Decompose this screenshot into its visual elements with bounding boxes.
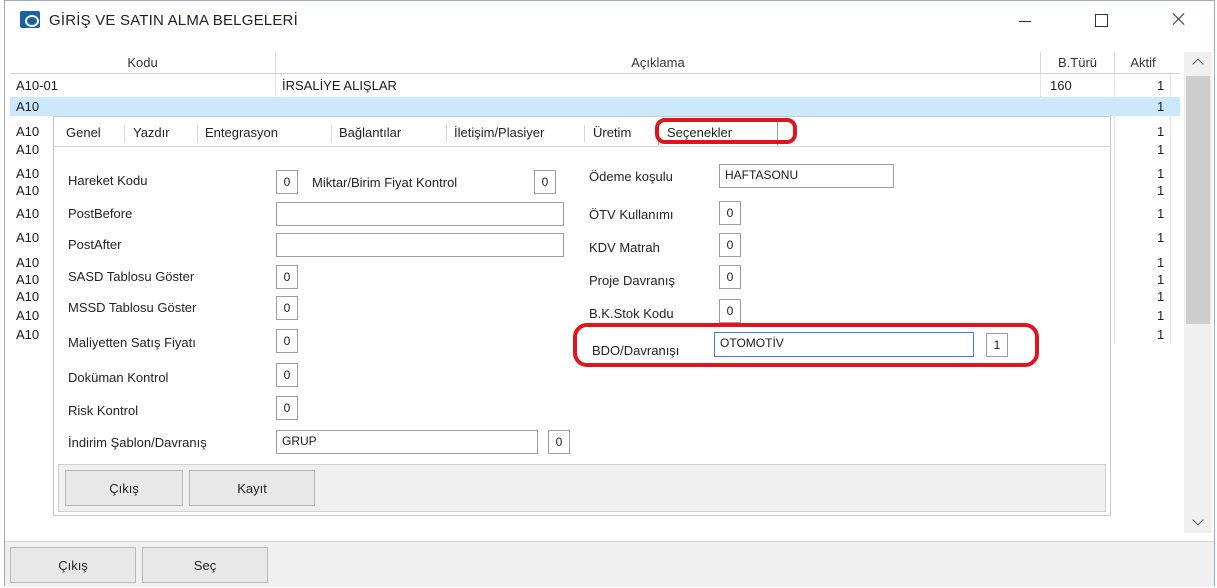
label-miktar-birim: Miktar/Birim Fiyat Kontrol <box>312 175 458 190</box>
cell-aktif: 1 <box>1157 206 1165 221</box>
exit-button[interactable]: Çıkış <box>10 547 136 583</box>
cell-aktif: 1 <box>1157 99 1165 114</box>
cell-aktif: 1 <box>1157 289 1165 304</box>
mssd-field[interactable]: 0 <box>276 296 298 320</box>
cell-kodu: A10 <box>16 166 40 181</box>
maximize-button[interactable] <box>1079 7 1123 33</box>
cell-aktif: 1 <box>1157 255 1165 270</box>
tab-entegrasyon[interactable]: Entegrasyon <box>205 125 278 140</box>
label-mssd: MSSD Tablosu Göster <box>68 300 197 315</box>
minimize-button[interactable] <box>1003 7 1047 33</box>
column-header-kodu[interactable]: Kodu <box>10 55 275 70</box>
cell-bturu: 160 <box>1050 78 1072 93</box>
highlight-ring-bdo <box>573 323 1039 367</box>
label-odeme: Ödeme koşulu <box>589 169 673 184</box>
scroll-thumb[interactable] <box>1186 76 1210 324</box>
label-maliyetten: Maliyetten Satış Fiyatı <box>68 335 196 350</box>
tab-uretim[interactable]: Üretim <box>593 125 631 140</box>
tab-genel[interactable]: Genel <box>66 125 101 140</box>
label-proje: Proje Davranış <box>589 273 675 288</box>
label-risk: Risk Kontrol <box>68 403 139 418</box>
dialog-footer: Çıkış Kayıt <box>58 464 1106 512</box>
title-bar: GİRİŞ VE SATIN ALMA BELGELERİ <box>5 1 1214 39</box>
sasd-field[interactable]: 0 <box>276 265 298 289</box>
cell-kodu: A10 <box>16 99 40 114</box>
dialog-save-button[interactable]: Kayıt <box>189 470 315 506</box>
tab-baglantilar[interactable]: Bağlantılar <box>339 125 401 140</box>
cell-kodu: A10 <box>16 183 40 198</box>
cell-aciklama: İRSALİYE ALIŞLAR <box>282 78 397 93</box>
grid-header: Kodu Açıklama B.Türü Aktif <box>10 52 1180 74</box>
table-row[interactable]: A10-01 İRSALİYE ALIŞLAR 160 1 <box>10 76 1180 95</box>
dialog-exit-button[interactable]: Çıkış <box>65 470 183 506</box>
post-after-field[interactable] <box>276 233 564 257</box>
label-dokuman: Doküman Kontrol <box>68 370 169 385</box>
cell-kodu: A10 <box>16 289 40 304</box>
indirim-num-field[interactable]: 0 <box>548 430 570 454</box>
label-post-after: PostAfter <box>68 237 122 252</box>
otv-field[interactable]: 0 <box>719 201 741 225</box>
tab-separator <box>124 125 125 142</box>
tab-separator <box>446 125 447 142</box>
table-row-selected[interactable]: A10 1 <box>10 97 1180 116</box>
highlight-ring-tab <box>655 118 797 144</box>
label-otv: ÖTV Kullanımı <box>589 207 674 222</box>
dokuman-field[interactable]: 0 <box>276 363 298 387</box>
tab-iletisim-plasiyer[interactable]: İletişim/Plasiyer <box>454 125 544 140</box>
label-kdv: KDV Matrah <box>589 240 660 255</box>
cell-kodu: A10 <box>16 272 40 287</box>
label-hareket-kodu: Hareket Kodu <box>68 173 148 188</box>
tab-separator <box>584 125 585 142</box>
scroll-down-icon[interactable] <box>1184 511 1212 533</box>
cell-aktif: 1 <box>1157 142 1165 157</box>
cell-aktif: 1 <box>1157 272 1165 287</box>
cell-kodu: A10 <box>16 327 40 342</box>
cell-kodu: A10 <box>16 255 40 270</box>
vertical-scrollbar[interactable] <box>1184 52 1212 533</box>
close-button[interactable] <box>1157 7 1201 33</box>
miktar-birim-field[interactable]: 0 <box>534 170 556 194</box>
app-icon <box>20 11 40 28</box>
cell-kodu: A10 <box>16 308 40 323</box>
cell-aktif: 1 <box>1157 183 1165 198</box>
cell-kodu: A10 <box>16 124 40 139</box>
label-post-before: PostBefore <box>68 206 133 221</box>
post-before-field[interactable] <box>276 202 564 226</box>
cell-aktif: 1 <box>1157 124 1165 139</box>
cell-kodu: A10 <box>16 142 40 157</box>
label-sasd: SASD Tablosu Göster <box>68 269 195 284</box>
bk-stok-field[interactable]: 0 <box>719 299 741 323</box>
cell-aktif: 1 <box>1157 166 1165 181</box>
tab-separator <box>197 125 198 142</box>
cell-kodu: A10-01 <box>16 78 58 93</box>
options-dialog: Genel Yazdır Entegrasyon Bağlantılar İle… <box>53 116 1111 516</box>
proje-field[interactable]: 0 <box>719 265 741 289</box>
cell-aktif: 1 <box>1157 308 1165 323</box>
odeme-field[interactable]: HAFTASONU <box>719 164 894 188</box>
label-indirim: İndirim Şablon/Davranış <box>68 435 207 450</box>
risk-field[interactable]: 0 <box>276 396 298 420</box>
cell-aktif: 1 <box>1157 327 1165 342</box>
kdv-field[interactable]: 0 <box>719 233 741 257</box>
cell-kodu: A10 <box>16 206 40 221</box>
cell-aktif: 1 <box>1157 230 1165 245</box>
tab-yazdir[interactable]: Yazdır <box>133 125 170 140</box>
scroll-up-icon[interactable] <box>1184 52 1212 74</box>
indirim-field[interactable]: GRUP <box>276 430 538 454</box>
maliyetten-field[interactable]: 0 <box>276 329 298 353</box>
column-header-bturu[interactable]: B.Türü <box>1041 55 1114 70</box>
select-button[interactable]: Seç <box>142 547 268 583</box>
window-title: GİRİŞ VE SATIN ALMA BELGELERİ <box>49 12 298 29</box>
hareket-kodu-field[interactable]: 0 <box>276 170 298 194</box>
label-bk-stok: B.K.Stok Kodu <box>589 306 674 321</box>
main-window: GİRİŞ VE SATIN ALMA BELGELERİ Kodu Açıkl… <box>4 0 1215 587</box>
column-header-aktif[interactable]: Aktif <box>1115 55 1171 70</box>
cell-aktif: 1 <box>1157 78 1165 93</box>
cell-kodu: A10 <box>16 230 40 245</box>
window-footer: Çıkış Seç <box>5 541 1214 587</box>
column-header-aciklama[interactable]: Açıklama <box>276 55 1040 70</box>
tab-separator <box>331 125 332 142</box>
tab-bar: Genel Yazdır Entegrasyon Bağlantılar İle… <box>54 117 1110 147</box>
